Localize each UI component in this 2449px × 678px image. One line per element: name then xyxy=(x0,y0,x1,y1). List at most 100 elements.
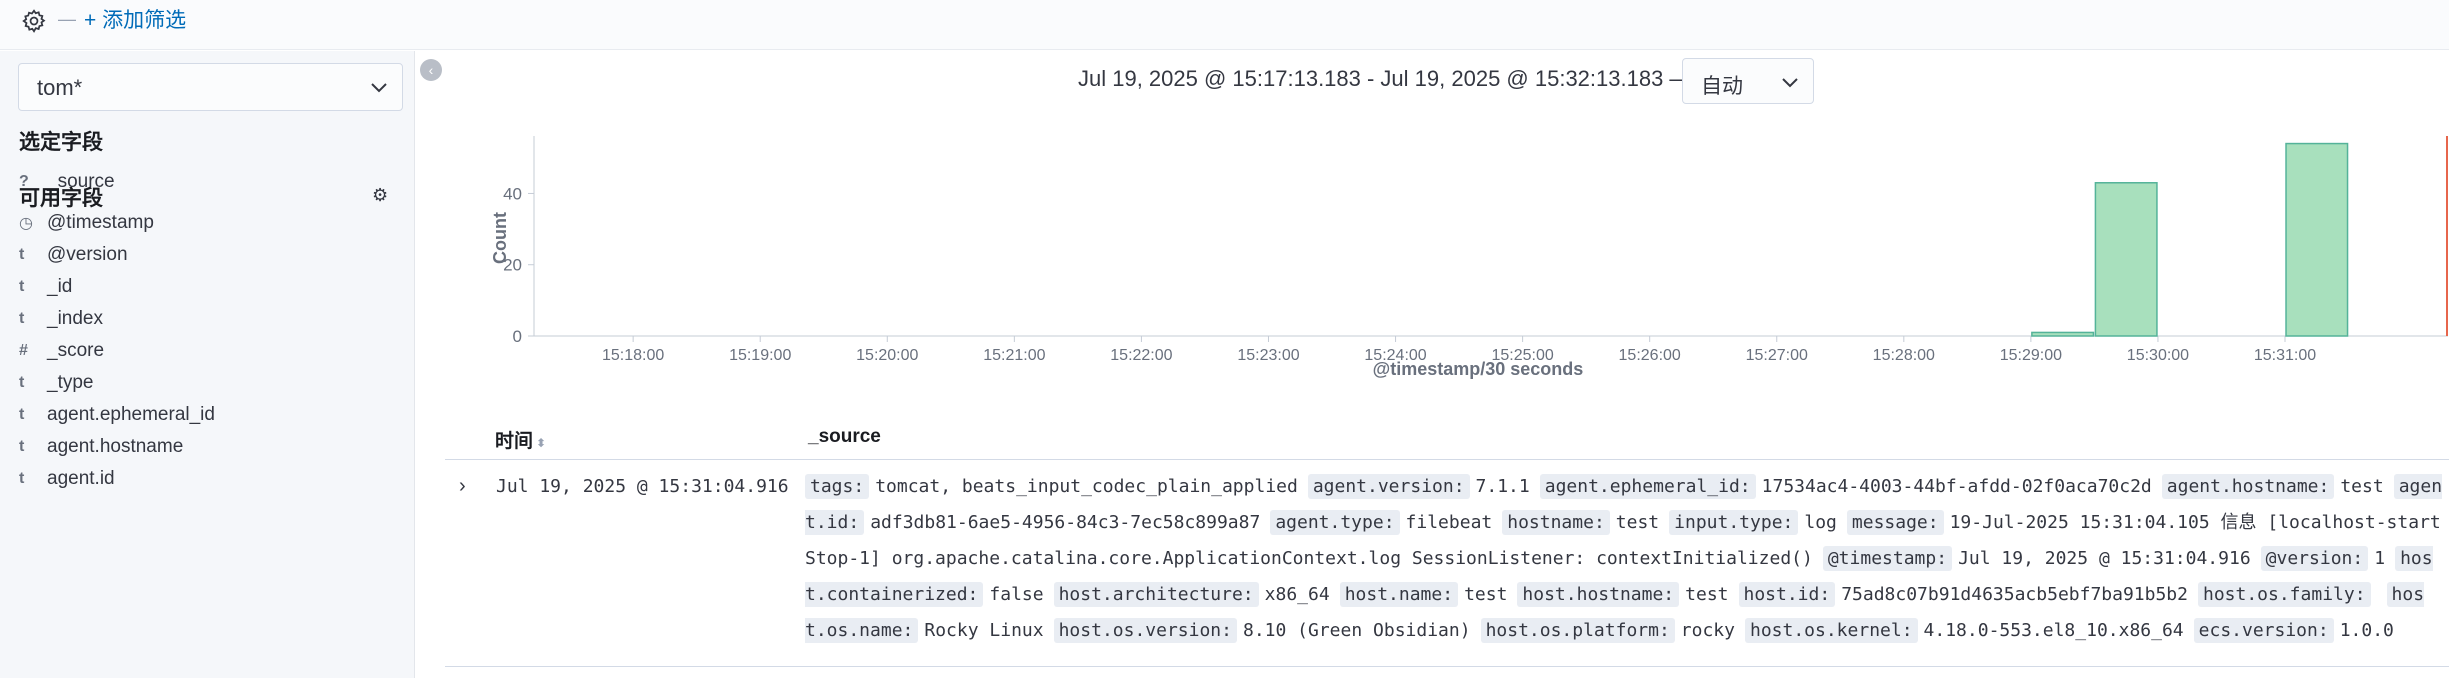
source-field-key: host.os.version: xyxy=(1053,618,1237,643)
source-field-key: host.os.kernel: xyxy=(1744,618,1918,643)
available-field-item[interactable]: t _id xyxy=(19,272,72,302)
available-field-item[interactable]: t @version xyxy=(19,240,128,270)
x-tick-label: 15:31:00 xyxy=(2254,347,2316,364)
source-field-key: input.type: xyxy=(1669,510,1799,535)
x-tick-label: 15:26:00 xyxy=(1619,347,1681,364)
source-field-value: x86_64 xyxy=(1264,584,1330,605)
field-sidebar: tom* 选定字段 ? _source 可用字段 ⚙ ◷ @timestamp … xyxy=(0,51,415,678)
source-field-key: host.architecture: xyxy=(1053,582,1259,607)
y-tick-label: 40 xyxy=(503,184,522,203)
interval-value: 自动 xyxy=(1701,75,1743,98)
expand-row-icon[interactable]: › xyxy=(459,475,466,498)
source-field-value: log xyxy=(1804,512,1837,533)
gear-icon[interactable]: ⚙ xyxy=(372,185,388,206)
source-field-key: host.name: xyxy=(1339,582,1459,607)
collapse-sidebar-button[interactable]: ‹ xyxy=(420,59,442,81)
y-axis-title: Count xyxy=(490,212,510,264)
source-field-key: host.hostname: xyxy=(1517,582,1680,607)
source-field-value: 7.1.1 xyxy=(1475,476,1530,497)
source-field-value: 1 xyxy=(2374,548,2386,569)
column-header-time[interactable]: 时间 ⬍ xyxy=(495,426,546,453)
source-field-value: 1.0.0 xyxy=(2339,620,2394,641)
available-field-item[interactable]: t _index xyxy=(19,304,103,334)
row-timestamp: Jul 19, 2025 @ 15:31:04.916 xyxy=(496,476,789,497)
source-field-key: hostname: xyxy=(1502,510,1610,535)
field-type-icon: t xyxy=(19,406,25,423)
field-name: @version xyxy=(47,244,128,265)
source-field-value: Rocky Linux xyxy=(924,620,1044,641)
field-name: _type xyxy=(47,372,94,393)
table-header: 时间 ⬍ _source xyxy=(445,418,2449,460)
x-tick-label: 15:30:00 xyxy=(2127,347,2189,364)
x-tick-label: 15:23:00 xyxy=(1237,347,1299,364)
time-range-label: Jul 19, 2025 @ 15:17:13.183 - Jul 19, 20… xyxy=(1078,66,1692,91)
field-name: agent.id xyxy=(47,468,115,489)
source-field-value: 8.10 (Green Obsidian) xyxy=(1242,620,1471,641)
available-field-item[interactable]: ◷ @timestamp xyxy=(19,208,154,238)
source-field-value: tomcat, beats_input_codec_plain_applied xyxy=(875,476,1298,497)
source-field-value: filebeat xyxy=(1405,512,1493,533)
field-type-icon: t xyxy=(19,310,25,327)
histogram-chart: 02040Count15:18:00 15:19:00 15:20:00 15:21:… xyxy=(490,136,2448,379)
source-field-value: test xyxy=(1685,584,1729,605)
source-field-value: 17534ac4-4003-44bf-afdd-02f0aca70c2d xyxy=(1761,476,2152,497)
source-field-value: 4.18.0-553.el8_10.x86_64 xyxy=(1923,620,2184,641)
field-name: agent.ephemeral_id xyxy=(47,404,215,425)
gear-icon[interactable] xyxy=(18,6,50,36)
source-field-key: agent.type: xyxy=(1270,510,1400,535)
x-tick-label: 15:20:00 xyxy=(856,347,918,364)
selected-fields-title: 选定字段 xyxy=(19,131,103,154)
source-field-key: host.os.platform: xyxy=(1480,618,1675,643)
source-field-key: @version: xyxy=(2260,546,2369,571)
x-tick-label: 15:22:00 xyxy=(1110,347,1172,364)
column-label: 时间 xyxy=(495,431,534,452)
filter-separator: — xyxy=(58,9,76,29)
field-type-icon: t xyxy=(19,246,25,263)
x-tick-label: 15:21:00 xyxy=(983,347,1045,364)
source-field-key: host.os.family: xyxy=(2197,582,2371,607)
sort-arrow-icon[interactable]: ⬍ xyxy=(536,436,546,450)
source-field-key: message: xyxy=(1846,510,1944,535)
source-field-key: ecs.version: xyxy=(2193,618,2334,643)
available-field-item[interactable]: t agent.hostname xyxy=(19,432,183,462)
field-type-icon: # xyxy=(19,342,28,359)
field-name: _score xyxy=(47,340,105,361)
source-field-key: host.id: xyxy=(1738,582,1836,607)
x-tick-label: 15:19:00 xyxy=(729,347,791,364)
x-tick-label: 15:27:00 xyxy=(1746,347,1808,364)
interval-select[interactable]: 自动 xyxy=(1682,58,1814,104)
available-field-item[interactable]: # _score xyxy=(19,336,104,366)
source-field-key: agent.version: xyxy=(1307,474,1470,499)
filter-bar: — + 添加筛选 xyxy=(0,0,2449,50)
field-type-icon: t xyxy=(19,438,25,455)
histogram-bar xyxy=(2285,142,2349,337)
add-filter-button[interactable]: + 添加筛选 xyxy=(84,4,186,34)
field-name: _id xyxy=(47,276,73,297)
source-field-value: 75ad8c07b91d4635acb5ebf7ba91b5b2 xyxy=(1841,584,2188,605)
source-field-key: agent.ephemeral_id: xyxy=(1539,474,1756,499)
source-field-key: @timestamp: xyxy=(1822,546,1953,571)
x-axis-title: @timestamp/30 seconds xyxy=(1373,359,1584,379)
chevron-down-icon xyxy=(1779,71,1801,98)
histogram-bar xyxy=(2031,331,2095,337)
table-row[interactable]: › Jul 19, 2025 @ 15:31:04.916 tags: tomca… xyxy=(445,461,2449,667)
x-tick-label: 15:28:00 xyxy=(1873,347,1935,364)
field-type-icon: t xyxy=(19,278,25,295)
source-field-value: test xyxy=(1615,512,1660,533)
x-tick-label: 15:29:00 xyxy=(2000,347,2062,364)
index-pattern-select[interactable]: tom* xyxy=(18,63,403,111)
source-field-key: agent.hostname: xyxy=(2161,474,2335,499)
source-field-key: tags: xyxy=(805,474,870,499)
available-field-item[interactable]: t _type xyxy=(19,368,93,398)
available-field-item[interactable]: t agent.id xyxy=(19,464,115,494)
field-name: @timestamp xyxy=(47,212,154,233)
available-field-item[interactable]: t agent.ephemeral_id xyxy=(19,400,215,430)
field-type-icon: t xyxy=(19,374,25,391)
chevron-down-icon xyxy=(368,76,390,103)
index-pattern-value: tom* xyxy=(37,75,83,100)
x-tick-label: 15:18:00 xyxy=(602,347,664,364)
source-field-value: false xyxy=(989,584,1044,605)
source-field-value: Jul 19, 2025 @ 15:31:04.916 xyxy=(1958,548,2251,569)
source-field-value: rocky xyxy=(1680,620,1735,641)
column-header-source: _source xyxy=(808,426,881,447)
